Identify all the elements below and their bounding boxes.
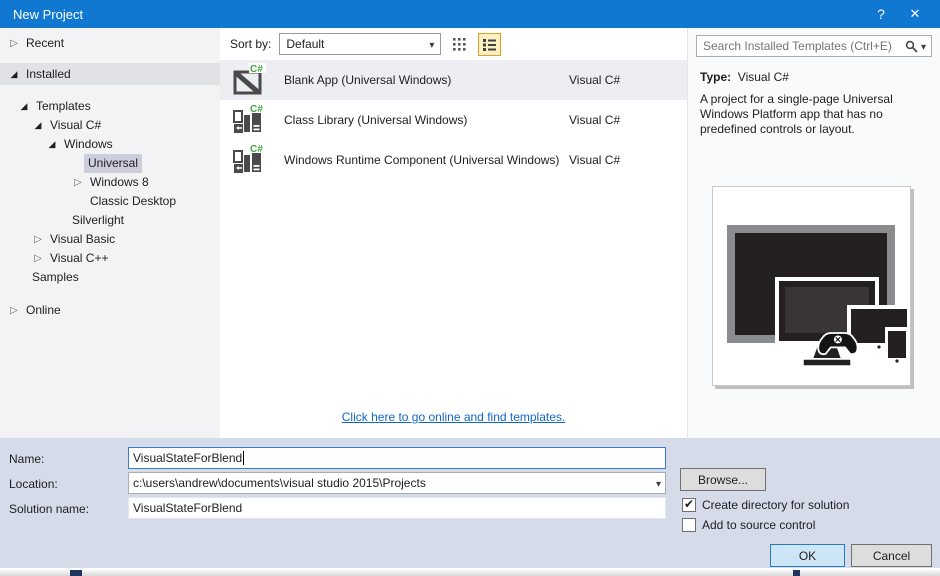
project-type-line: Type: Visual C# [700, 70, 789, 84]
location-label: Location: [9, 477, 58, 491]
tree-item-silverlight[interactable]: Silverlight [0, 211, 220, 230]
expander-collapsed-icon[interactable] [6, 301, 22, 320]
devices-graphic [727, 225, 911, 367]
template-list: C# Blank App (Universal Windows) Visual … [220, 60, 687, 180]
expander-collapsed-icon[interactable] [70, 173, 86, 192]
template-description: A project for a single-page Universal Wi… [700, 92, 893, 136]
template-language: Visual C# [569, 73, 621, 87]
list-view-button[interactable] [478, 32, 502, 56]
type-value: Visual C# [737, 70, 789, 84]
browse-button[interactable]: Browse... [680, 468, 766, 491]
tree-item-classic-desktop[interactable]: Classic Desktop [0, 192, 220, 211]
search-icon[interactable] [905, 40, 918, 53]
help-icon[interactable]: ? [864, 0, 898, 28]
search-box[interactable] [696, 35, 932, 57]
class-library-icon: C# [233, 103, 266, 133]
source-control-label: Add to source control [702, 518, 816, 532]
svg-text:C#: C# [250, 64, 263, 75]
template-language: Visual C# [569, 113, 621, 127]
sort-bar: Sort by: Default [220, 28, 687, 60]
tree-item-universal[interactable]: Universal [0, 154, 220, 173]
cancel-button[interactable]: Cancel [851, 544, 932, 567]
name-input[interactable]: VisualStateForBlend [128, 447, 666, 469]
list-item-class-library[interactable]: C# Class Library (Universal Windows) Vis… [220, 100, 687, 140]
list-item-blank-app[interactable]: C# Blank App (Universal Windows) Visual … [220, 60, 687, 100]
template-list-pane: Sort by: Default ▾ C# Blank App (Univers… [220, 28, 688, 438]
create-directory-checkbox[interactable] [682, 497, 696, 512]
type-label: Type: [700, 70, 732, 84]
source-control-checkbox[interactable] [682, 518, 696, 532]
solution-name-input[interactable]: VisualStateForBlend [128, 497, 666, 519]
search-input[interactable] [697, 39, 905, 53]
universal-devices-illustration [712, 186, 911, 386]
expander-expanded-icon[interactable] [16, 97, 32, 116]
template-name: Blank App (Universal Windows) [284, 73, 452, 87]
chevron-down-icon [429, 37, 434, 51]
new-project-dialog: New Project ? ✕ Recent Installed Templat… [0, 0, 940, 569]
solution-name-label: Solution name: [9, 502, 90, 516]
tree-item-windows8[interactable]: Windows 8 [0, 173, 220, 192]
grid-view-icon [453, 37, 466, 51]
expander-expanded-icon[interactable] [30, 116, 46, 135]
runtime-component-icon: C# [233, 143, 266, 173]
template-name: Windows Runtime Component (Universal Win… [284, 153, 560, 167]
tree-item-visual-basic[interactable]: Visual Basic [0, 230, 220, 249]
create-directory-checkbox-row[interactable]: Create directory for solution [682, 497, 850, 512]
tree-item-online[interactable]: Online [0, 301, 220, 320]
template-language: Visual C# [569, 153, 621, 167]
dialog-title: New Project [13, 6, 84, 22]
name-label: Name: [9, 452, 45, 466]
create-directory-label: Create directory for solution [702, 498, 850, 512]
svg-text:C#: C# [250, 144, 263, 155]
taskbar-fragment [793, 570, 800, 576]
svg-text:C#: C# [250, 104, 263, 115]
expander-expanded-icon[interactable] [44, 135, 60, 154]
online-templates-link[interactable]: Click here to go online and find templat… [342, 410, 565, 424]
template-details-pane: Type: Visual C# A project for a single-p… [688, 28, 940, 438]
template-name: Class Library (Universal Windows) [284, 113, 468, 127]
small-icons-view-button[interactable] [448, 33, 471, 56]
tree-item-samples[interactable]: Samples [0, 268, 220, 287]
expander-collapsed-icon[interactable] [30, 249, 46, 268]
online-templates-link-wrap: Click here to go online and find templat… [220, 410, 687, 438]
tree-item-visual-cpp[interactable]: Visual C++ [0, 249, 220, 268]
sort-by-value: Default [286, 37, 325, 51]
ok-button[interactable]: OK [770, 544, 845, 567]
source-control-checkbox-row[interactable]: Add to source control [682, 518, 815, 532]
list-view-icon [483, 38, 497, 51]
title-bar: New Project ? ✕ [0, 0, 940, 28]
tree-item-templates[interactable]: Templates [0, 97, 220, 116]
expander-expanded-icon[interactable] [6, 63, 22, 85]
desktop-strip [0, 569, 940, 576]
taskbar-fragment [70, 570, 82, 576]
expander-collapsed-icon[interactable] [30, 230, 46, 249]
location-combobox[interactable]: c:\users\andrew\documents\visual studio … [128, 472, 666, 494]
tree-item-visual-csharp[interactable]: Visual C# [0, 116, 220, 135]
chevron-down-icon[interactable] [656, 476, 661, 490]
close-icon[interactable]: ✕ [898, 0, 932, 28]
search-options-chevron-icon[interactable] [921, 39, 926, 53]
tree-item-windows[interactable]: Windows [0, 135, 220, 154]
expander-collapsed-icon[interactable] [6, 34, 22, 53]
text-caret [243, 451, 245, 465]
sort-by-label: Sort by: [230, 37, 272, 51]
list-item-windows-runtime-component[interactable]: C# Windows Runtime Component (Universal … [220, 140, 687, 180]
blank-app-icon: C# [233, 63, 266, 95]
tree-item-installed[interactable]: Installed [0, 63, 220, 85]
tree-item-recent[interactable]: Recent [0, 34, 220, 53]
sort-by-dropdown[interactable]: Default [279, 33, 442, 55]
template-category-tree: Recent Installed Templates Visual C# Win… [0, 28, 220, 438]
project-settings-footer: Name: VisualStateForBlend Location: c:\u… [0, 438, 940, 569]
